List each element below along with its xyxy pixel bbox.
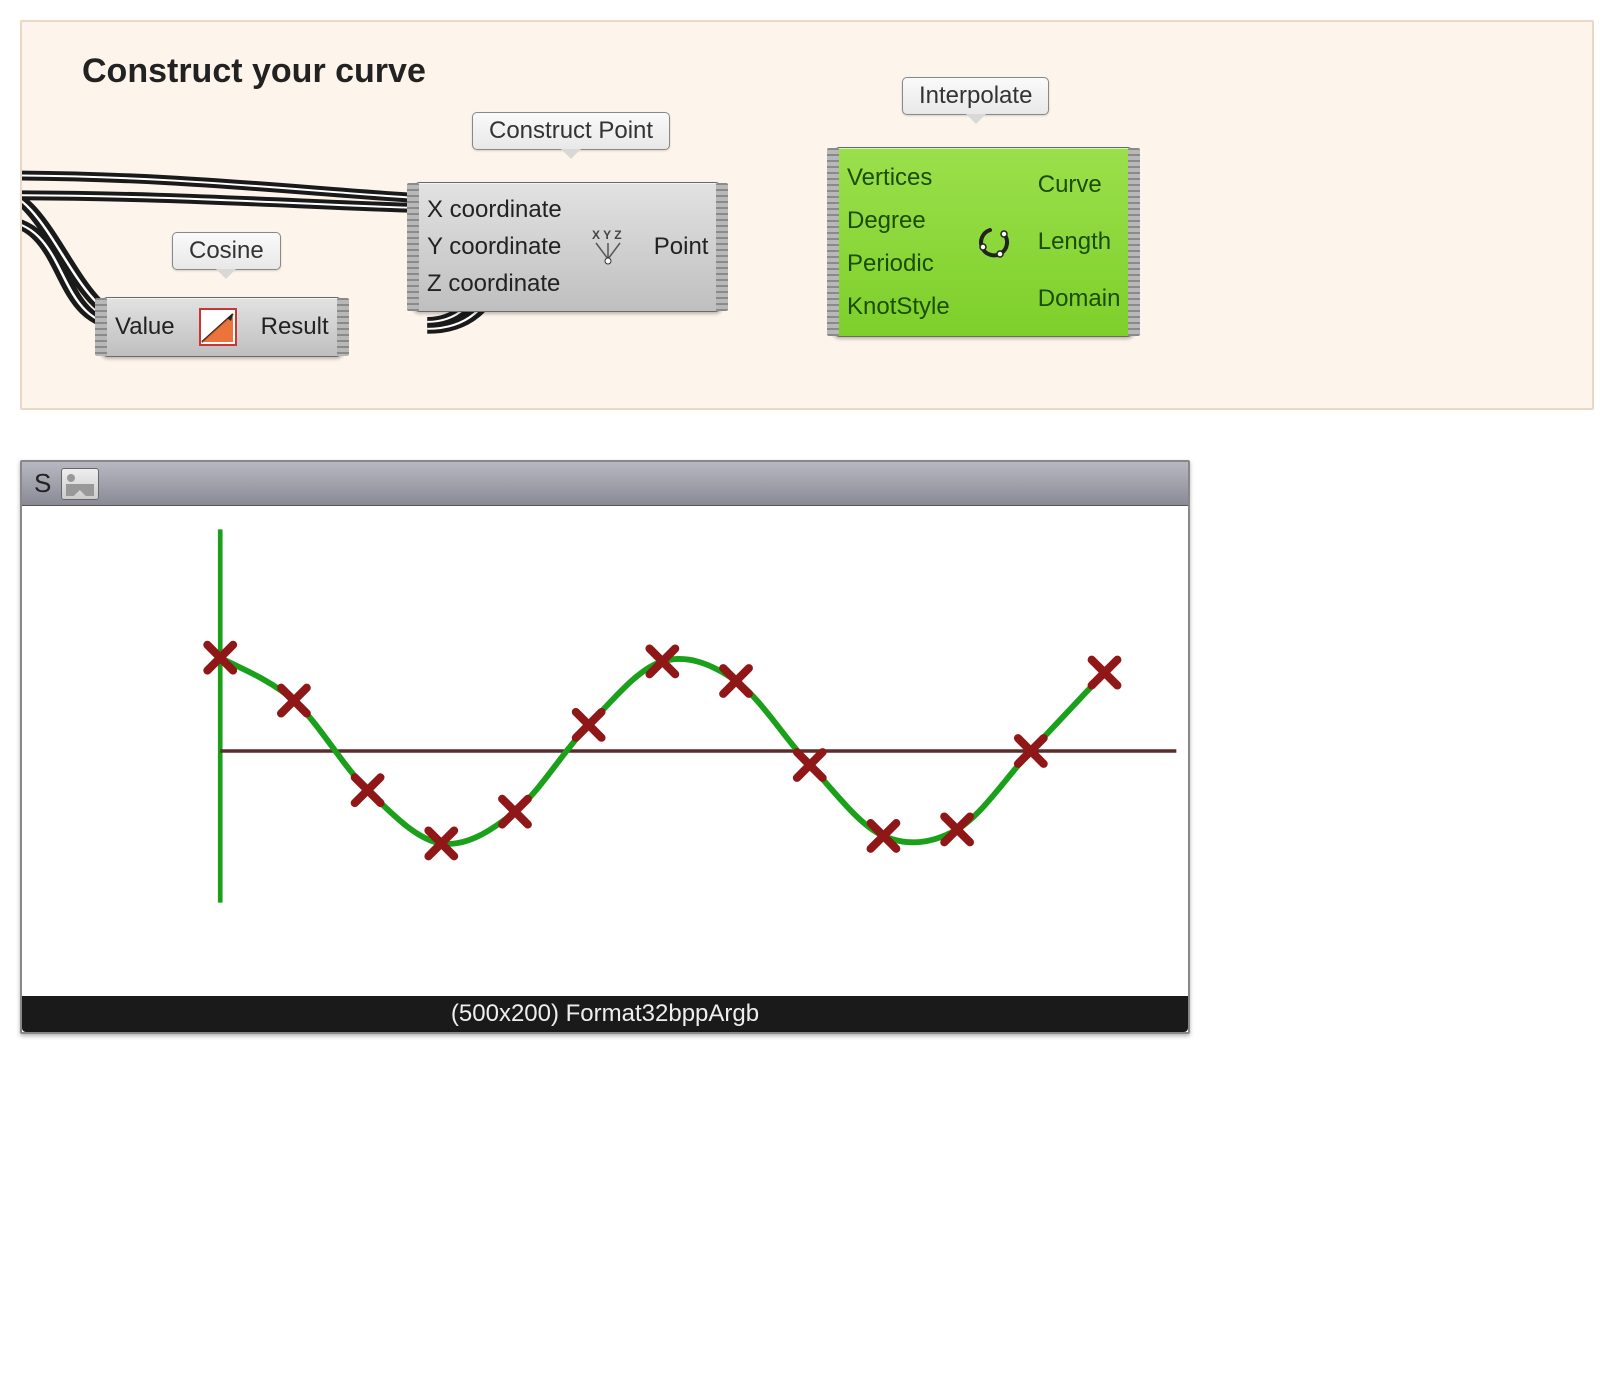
image-icon	[61, 468, 99, 500]
node-cosine[interactable]: Value Result	[100, 297, 344, 357]
preview-window[interactable]: S (500x200) Format32bppArgb	[20, 460, 1190, 1034]
port-cosine-value[interactable]: Value	[115, 311, 175, 343]
port-curve[interactable]: Curve	[1038, 169, 1121, 201]
xyz-icon: X Y Z	[576, 183, 640, 311]
port-cosine-result[interactable]: Result	[261, 311, 329, 343]
preview-statusbar: (500x200) Format32bppArgb	[22, 996, 1188, 1032]
preview-titlebar[interactable]: S	[22, 462, 1188, 506]
preview-canvas	[22, 506, 1188, 996]
node-construct-point[interactable]: X coordinate Y coordinate Z coordinate X…	[412, 182, 723, 312]
group-title: Construct your curve	[82, 52, 1562, 91]
port-x-coordinate[interactable]: X coordinate	[427, 194, 562, 226]
port-periodic[interactable]: Periodic	[847, 248, 950, 280]
port-length[interactable]: Length	[1038, 226, 1121, 258]
node-interpolate[interactable]: Vertices Degree Periodic KnotStyle Curve…	[832, 147, 1135, 337]
port-z-coordinate[interactable]: Z coordinate	[427, 268, 562, 300]
cosine-icon	[189, 298, 247, 356]
interpolate-icon	[964, 148, 1024, 336]
port-knotstyle[interactable]: KnotStyle	[847, 291, 950, 323]
svg-text:X Y Z: X Y Z	[592, 228, 622, 242]
port-point[interactable]: Point	[654, 231, 709, 263]
node-label-construct-point: Construct Point	[472, 112, 670, 150]
port-vertices[interactable]: Vertices	[847, 162, 950, 194]
port-y-coordinate[interactable]: Y coordinate	[427, 231, 562, 263]
group-panel[interactable]: Construct your curve Cosine Value	[20, 20, 1594, 410]
port-degree[interactable]: Degree	[847, 205, 950, 237]
port-domain[interactable]: Domain	[1038, 283, 1121, 315]
node-label-interpolate: Interpolate	[902, 77, 1049, 115]
preview-title-char: S	[34, 468, 51, 499]
node-label-cosine: Cosine	[172, 232, 281, 270]
